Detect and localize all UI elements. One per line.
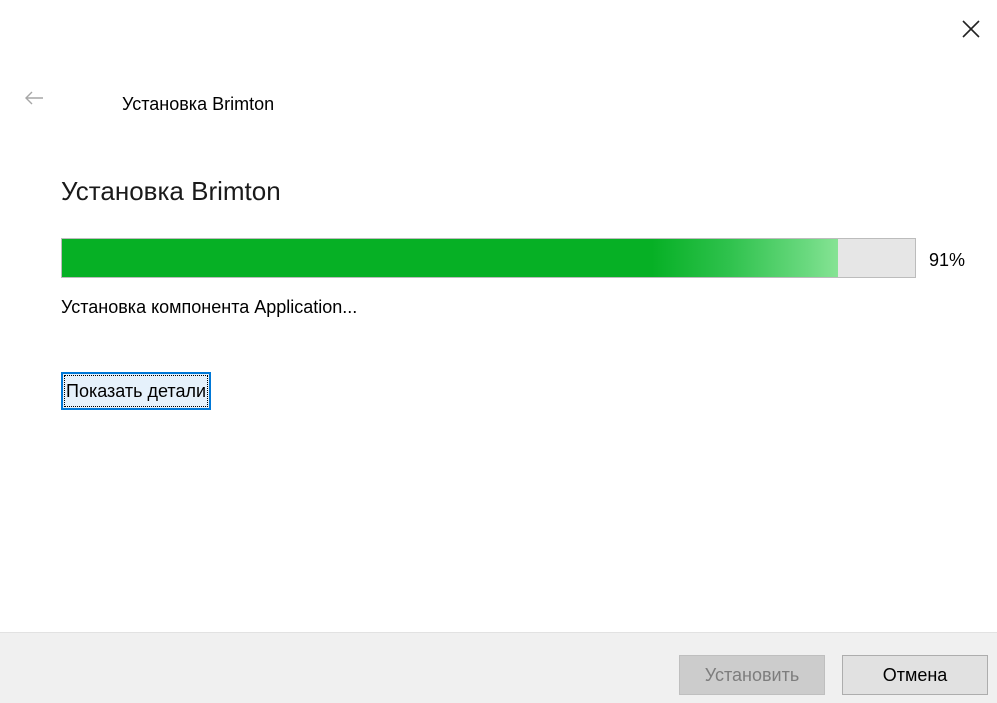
window-title: Установка Brimton — [122, 94, 275, 114]
install-button[interactable]: Установить — [679, 655, 825, 695]
page-heading: Установка Brimton — [61, 176, 281, 206]
progress-bar-fill — [62, 239, 839, 277]
show-details-button[interactable]: Показать детали — [61, 372, 212, 410]
cancel-button[interactable]: Отмена — [842, 655, 988, 695]
footer-bar: Установить Отмена — [0, 632, 997, 703]
back-button[interactable] — [18, 84, 50, 112]
status-text: Установка компонента Application... — [61, 297, 358, 317]
progress-percent: 91% — [929, 250, 966, 270]
close-button[interactable] — [948, 6, 994, 52]
close-icon — [962, 20, 980, 38]
progress-bar — [61, 238, 916, 278]
back-arrow-icon — [25, 91, 43, 105]
